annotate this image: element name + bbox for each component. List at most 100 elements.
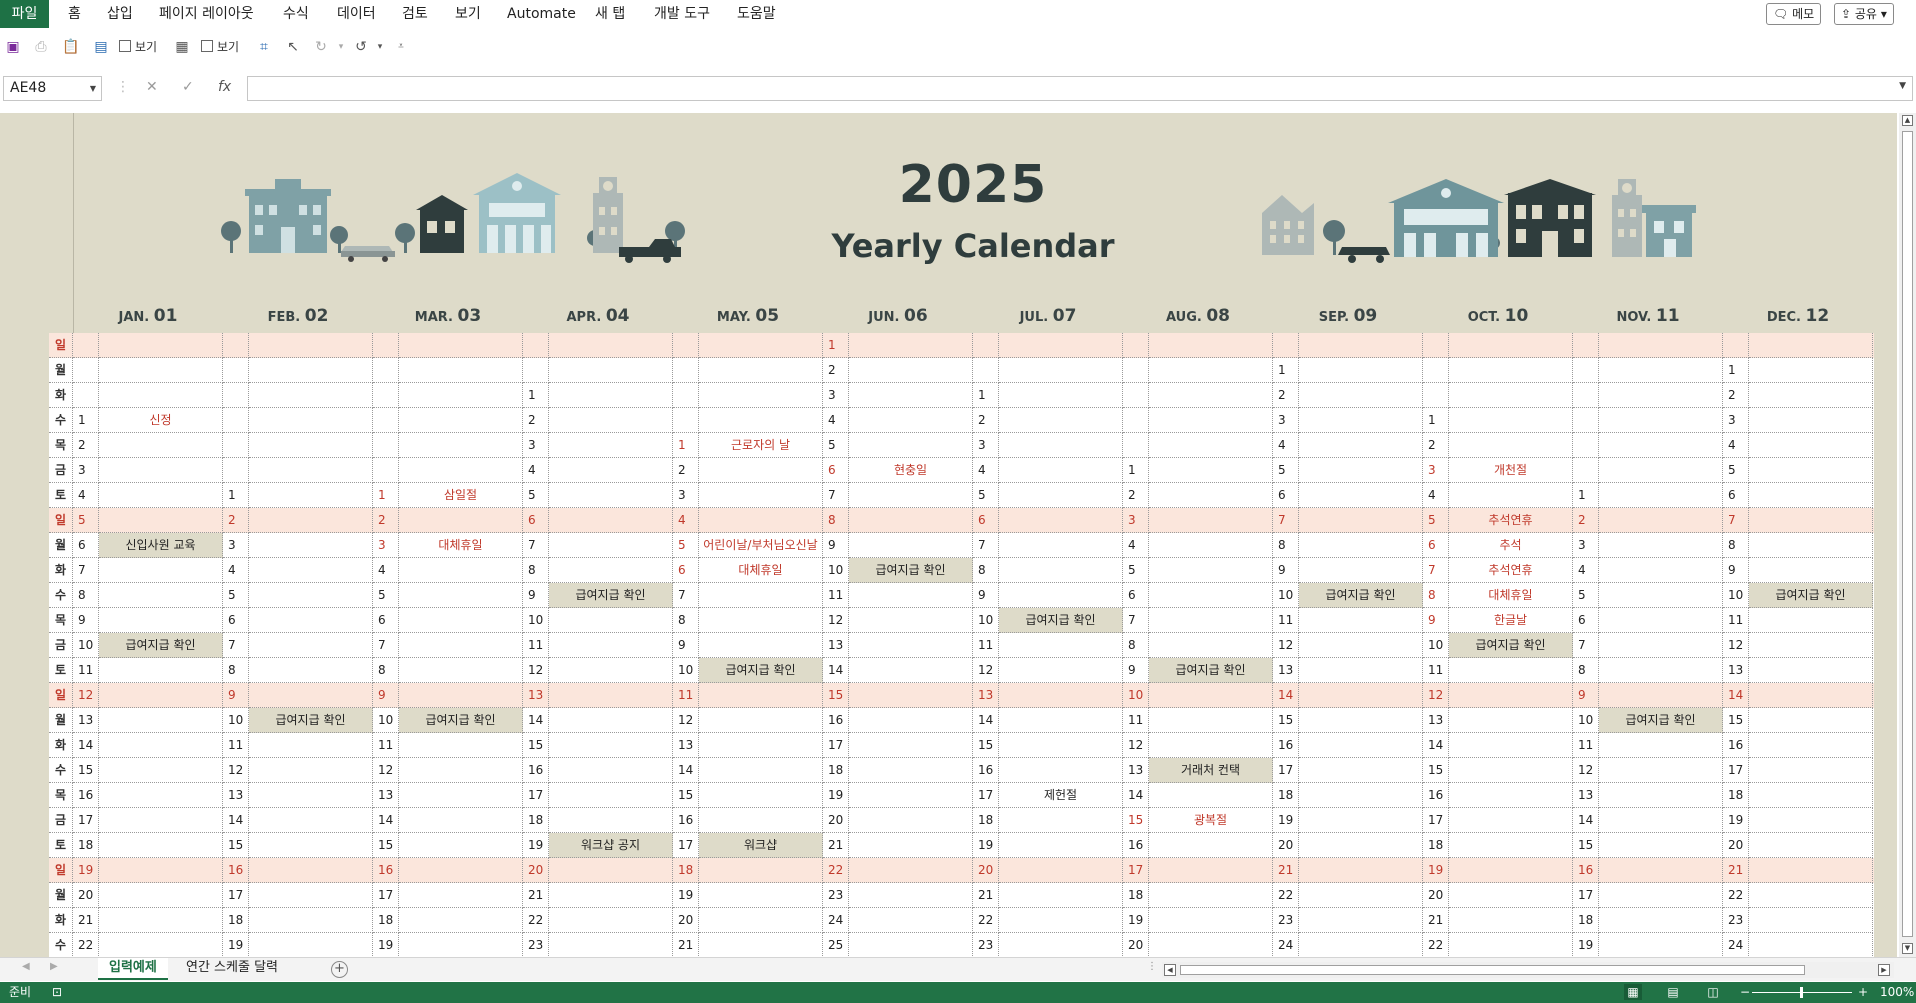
horizontal-scrollbar[interactable]: ◀ ▶ [1162,962,1894,978]
schedule-cell[interactable] [999,333,1123,358]
day-cell[interactable]: 2 [823,358,849,383]
day-cell[interactable]: 9 [373,683,399,708]
day-cell[interactable]: 2 [1423,433,1449,458]
day-cell[interactable]: 13 [373,783,399,808]
schedule-cell[interactable]: 급여지급 확인 [1299,583,1423,608]
day-cell[interactable]: 1 [823,333,849,358]
day-cell[interactable]: 8 [673,608,699,633]
day-cell[interactable]: 14 [223,808,249,833]
schedule-cell[interactable]: 대체휴일 [699,558,823,583]
day-cell[interactable]: 9 [1423,608,1449,633]
day-cell[interactable] [1123,383,1149,408]
day-cell[interactable]: 8 [1123,633,1149,658]
day-cell[interactable]: 4 [673,508,699,533]
schedule-cell[interactable] [1449,433,1573,458]
day-cell[interactable]: 17 [673,833,699,858]
schedule-cell[interactable] [249,783,373,808]
schedule-cell[interactable] [699,608,823,633]
schedule-cell[interactable] [249,383,373,408]
day-cell[interactable]: 3 [73,458,99,483]
day-cell[interactable] [973,358,999,383]
schedule-cell[interactable] [849,408,973,433]
day-cell[interactable]: 4 [1123,533,1149,558]
day-cell[interactable]: 11 [223,733,249,758]
day-cell[interactable]: 20 [1723,833,1749,858]
day-cell[interactable]: 23 [1723,908,1749,933]
day-cell[interactable] [673,333,699,358]
schedule-cell[interactable]: 추석 [1449,533,1573,558]
schedule-cell[interactable] [399,933,523,957]
schedule-cell[interactable]: 급여지급 확인 [549,583,673,608]
schedule-cell[interactable]: 급여지급 확인 [1599,708,1723,733]
day-cell[interactable]: 18 [673,858,699,883]
day-cell[interactable]: 12 [673,708,699,733]
day-cell[interactable]: 17 [1723,758,1749,783]
chevron-down-icon[interactable]: ▼ [90,77,96,100]
day-cell[interactable]: 19 [523,833,549,858]
schedule-cell[interactable] [1749,783,1873,808]
schedule-cell[interactable] [999,383,1123,408]
select-cursor-icon[interactable]: ↖ [284,38,302,56]
schedule-cell[interactable] [999,583,1123,608]
schedule-cell[interactable] [1149,583,1273,608]
schedule-cell[interactable] [1749,908,1873,933]
day-cell[interactable] [223,358,249,383]
schedule-cell[interactable] [849,508,973,533]
schedule-cell[interactable] [699,858,823,883]
schedule-cell[interactable] [999,558,1123,583]
day-cell[interactable]: 14 [1573,808,1599,833]
vertical-scrollbar[interactable]: ▲ ▼ [1899,113,1916,957]
schedule-cell[interactable] [1749,358,1873,383]
schedule-cell[interactable] [99,908,223,933]
day-cell[interactable]: 11 [973,633,999,658]
schedule-cell[interactable] [399,633,523,658]
schedule-cell[interactable]: 급여지급 확인 [399,708,523,733]
day-cell[interactable]: 2 [673,458,699,483]
view-checkbox-2[interactable] [201,40,213,52]
schedule-cell[interactable] [699,783,823,808]
day-cell[interactable]: 17 [223,883,249,908]
tab-new[interactable]: 새 탭 [591,0,629,28]
schedule-cell[interactable] [1149,683,1273,708]
day-cell[interactable]: 3 [1423,458,1449,483]
day-cell[interactable]: 9 [1273,558,1299,583]
tab-insert[interactable]: 삽입 [103,0,137,28]
day-cell[interactable]: 21 [1723,858,1749,883]
schedule-cell[interactable] [1299,908,1423,933]
day-cell[interactable]: 13 [523,683,549,708]
day-cell[interactable] [1123,358,1149,383]
schedule-cell[interactable] [999,433,1123,458]
undo-dropdown-icon[interactable]: ▾ [371,38,389,56]
schedule-cell[interactable] [849,383,973,408]
schedule-cell[interactable] [1449,833,1573,858]
schedule-cell[interactable] [1149,408,1273,433]
day-cell[interactable]: 19 [1573,933,1599,957]
day-cell[interactable]: 11 [673,683,699,708]
schedule-cell[interactable] [1149,483,1273,508]
schedule-cell[interactable] [99,333,223,358]
day-cell[interactable] [223,458,249,483]
schedule-cell[interactable]: 한글날 [1449,608,1573,633]
schedule-cell[interactable] [849,833,973,858]
day-cell[interactable]: 10 [73,633,99,658]
schedule-cell[interactable] [1149,783,1273,808]
schedule-cell[interactable] [999,933,1123,957]
schedule-cell[interactable]: 어린이날/부처님오신날 [699,533,823,558]
schedule-cell[interactable] [99,683,223,708]
worksheet[interactable]: 2025 Yearly Calendar JAN. 01 FEB. 02 MAR. … [0,113,1897,957]
schedule-cell[interactable] [1149,933,1273,957]
schedule-cell[interactable] [1599,733,1723,758]
schedule-cell[interactable] [1299,533,1423,558]
day-cell[interactable]: 16 [1723,733,1749,758]
schedule-cell[interactable] [549,908,673,933]
day-cell[interactable]: 20 [523,858,549,883]
schedule-cell[interactable] [549,408,673,433]
day-cell[interactable]: 4 [1423,483,1449,508]
schedule-cell[interactable] [1299,408,1423,433]
day-cell[interactable] [373,408,399,433]
day-cell[interactable]: 10 [973,608,999,633]
schedule-cell[interactable] [1749,408,1873,433]
zoom-slider-thumb[interactable] [1800,987,1803,998]
schedule-cell[interactable] [1599,783,1723,808]
schedule-cell[interactable] [99,483,223,508]
